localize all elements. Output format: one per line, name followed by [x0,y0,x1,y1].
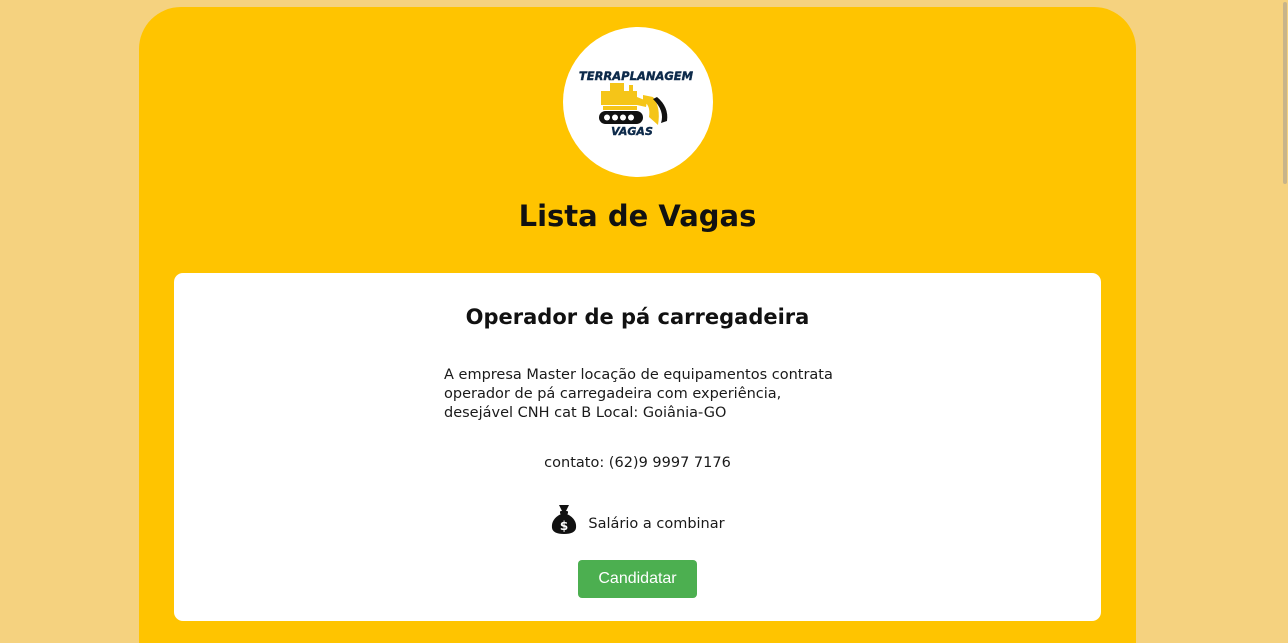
job-card: Operador de pá carregadeira A empresa Ma… [174,273,1101,621]
page-title: Lista de Vagas [518,199,757,233]
money-bag-icon: $ [552,505,577,534]
job-salary: $ Salário a combinar [174,503,1101,535]
bulldozer-icon: TERRAPLANAGEM VAGAS [579,69,694,138]
apply-button[interactable]: Candidatar [578,560,697,598]
job-title: Operador de pá carregadeira [465,305,810,329]
main-panel: TERRAPLANAGEM VAGAS Lista de Vagas Opera… [139,7,1136,643]
logo-text-bottom: VAGAS [611,125,653,138]
scrollbar[interactable] [1280,0,1288,643]
job-contact: contato: (62)9 9997 7176 [544,455,731,471]
page: TERRAPLANAGEM VAGAS Lista de Vagas Opera… [0,0,1288,643]
svg-text:$: $ [560,519,568,533]
salary-text: Salário a combinar [588,516,725,532]
brand-logo: TERRAPLANAGEM VAGAS [563,27,713,177]
scrollbar-thumb[interactable] [1283,2,1287,184]
job-description: A empresa Master locação de equipamentos… [444,367,833,421]
logo-text-top: TERRAPLANAGEM [579,69,694,83]
